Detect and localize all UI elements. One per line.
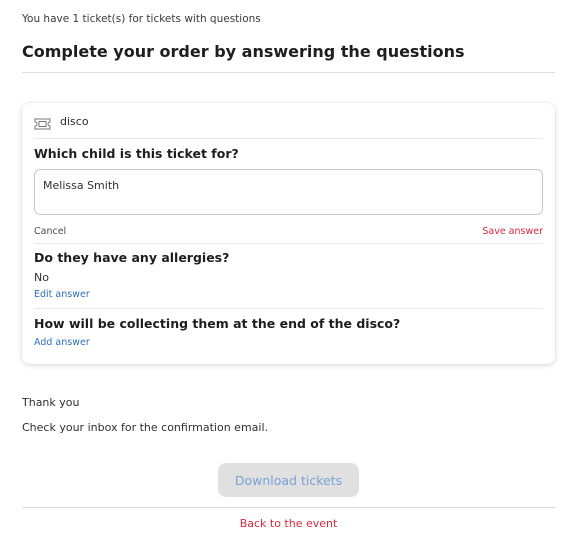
- page-title: Complete your order by answering the que…: [22, 42, 465, 61]
- inbox-note: Check your inbox for the confirmation em…: [22, 421, 269, 434]
- ticket-icon: [34, 115, 51, 130]
- question-allergies: Do they have any allergies?: [34, 250, 230, 265]
- save-answer-button[interactable]: Save answer: [482, 226, 543, 237]
- cancel-button[interactable]: Cancel: [34, 226, 66, 237]
- divider: [34, 138, 543, 139]
- ticket-count-text: You have 1 ticket(s) for tickets with qu…: [22, 13, 261, 25]
- header-divider: [22, 72, 555, 73]
- divider: [34, 308, 543, 309]
- ticket-questions-card: disco Which child is this ticket for? Me…: [22, 103, 555, 364]
- answer-allergies: No: [34, 271, 49, 284]
- download-tickets-button[interactable]: Download tickets: [218, 463, 359, 497]
- divider: [34, 243, 543, 244]
- ticket-header: disco: [34, 112, 89, 130]
- question-collecting: How will be collecting them at the end o…: [34, 316, 401, 331]
- ticket-name: disco: [60, 114, 89, 128]
- thank-you-text: Thank you: [22, 396, 80, 409]
- page: You have 1 ticket(s) for tickets with qu…: [0, 0, 587, 552]
- answer-input-value: Melissa Smith: [43, 179, 120, 192]
- footer-divider: [22, 507, 555, 508]
- question-child: Which child is this ticket for?: [34, 146, 239, 161]
- edit-answer-link[interactable]: Edit answer: [34, 289, 90, 300]
- back-to-event-link[interactable]: Back to the event: [0, 517, 577, 530]
- add-answer-link[interactable]: Add answer: [34, 337, 90, 348]
- answer-input-child[interactable]: Melissa Smith: [34, 169, 543, 215]
